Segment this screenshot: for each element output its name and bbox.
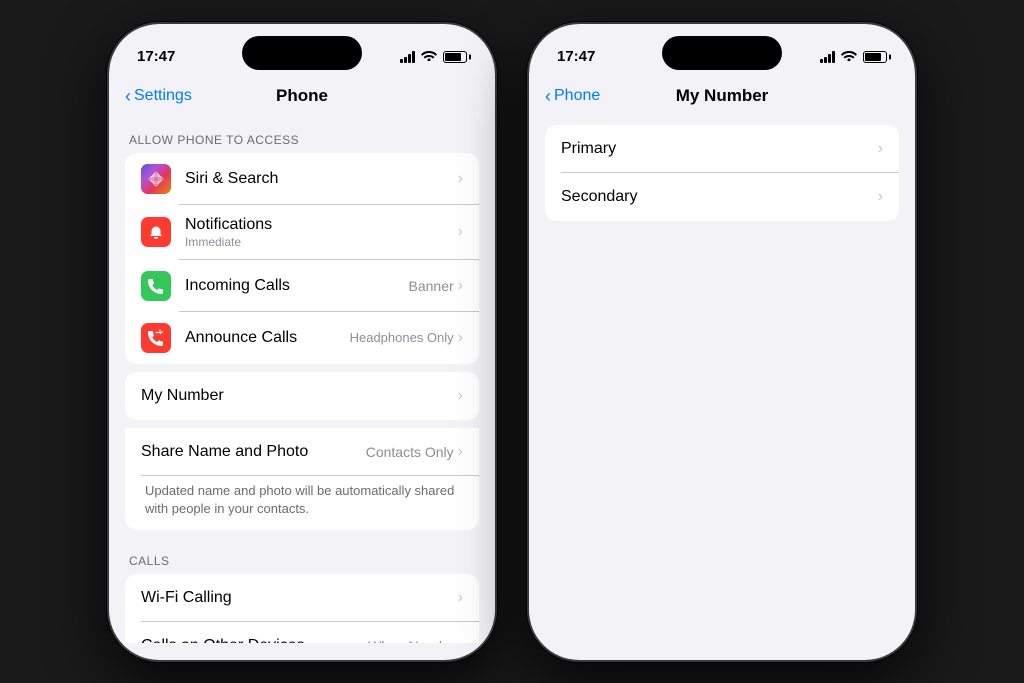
announce-calls-right: Headphones Only › <box>350 329 463 347</box>
battery-icon-left <box>443 51 467 63</box>
status-icons-right <box>820 49 887 64</box>
siri-content: Siri & Search <box>185 170 458 188</box>
nav-bar-left: ‹ Settings Phone <box>109 82 495 117</box>
primary-label: Primary <box>561 140 878 158</box>
secondary-right: › <box>878 188 883 206</box>
share-group: Share Name and Photo Contacts Only › Upd… <box>125 428 479 530</box>
wifi-calling-content: Wi-Fi Calling <box>141 589 458 607</box>
incoming-calls-row[interactable]: Incoming Calls Banner › <box>125 260 479 312</box>
siri-label: Siri & Search <box>185 170 458 188</box>
back-chevron-right: ‹ <box>545 86 551 107</box>
my-number-settings-content: Primary › Secondary › <box>529 117 915 643</box>
nav-title-right: My Number <box>676 86 769 106</box>
back-button-left[interactable]: ‹ Settings <box>125 86 192 107</box>
calls-other-chevron: › <box>458 637 463 643</box>
announce-calls-row[interactable]: Announce Calls Headphones Only › <box>125 312 479 364</box>
wifi-calling-label: Wi-Fi Calling <box>141 589 458 607</box>
notifications-icon <box>141 217 171 247</box>
notifications-subtitle: Immediate <box>185 235 458 249</box>
announce-calls-value: Headphones Only <box>350 330 454 345</box>
wifi-calling-right: › <box>458 589 463 607</box>
notifications-row[interactable]: Notifications Immediate › <box>125 205 479 260</box>
siri-chevron: › <box>458 170 463 188</box>
incoming-calls-icon <box>141 271 171 301</box>
share-description: Updated name and photo will be automatic… <box>125 476 479 530</box>
nav-title-left: Phone <box>276 86 328 106</box>
notifications-right: › <box>458 223 463 241</box>
phone-left: 17:47 <box>107 22 497 662</box>
wifi-calling-row[interactable]: Wi-Fi Calling › <box>125 574 479 622</box>
status-icons-left <box>400 49 467 64</box>
section-allow-label: ALLOW PHONE TO ACCESS <box>109 117 495 153</box>
incoming-calls-value: Banner <box>409 278 454 294</box>
wifi-calling-chevron: › <box>458 589 463 607</box>
wifi-icon-right <box>841 49 857 64</box>
incoming-calls-chevron: › <box>458 277 463 295</box>
battery-icon-right <box>863 51 887 63</box>
calls-other-value: When Nearby <box>368 638 454 643</box>
my-number-content: My Number <box>141 387 458 405</box>
phone-left-screen: 17:47 <box>109 24 495 660</box>
incoming-calls-label: Incoming Calls <box>185 277 409 295</box>
time-left: 17:47 <box>137 48 175 65</box>
back-label-right: Phone <box>554 87 600 105</box>
calls-other-content: Calls on Other Devices <box>141 637 368 643</box>
calls-other-row[interactable]: Calls on Other Devices When Nearby › <box>125 622 479 643</box>
my-number-group: My Number › <box>125 372 479 420</box>
notifications-chevron: › <box>458 223 463 241</box>
secondary-row[interactable]: Secondary › <box>545 173 899 221</box>
notifications-label: Notifications <box>185 216 458 234</box>
notifications-content: Notifications Immediate <box>185 216 458 249</box>
announce-calls-content: Announce Calls <box>185 329 350 347</box>
back-chevron-left: ‹ <box>125 86 131 107</box>
phone-right: 17:47 <box>527 22 917 662</box>
back-button-right[interactable]: ‹ Phone <box>545 86 600 107</box>
my-number-right: › <box>458 387 463 405</box>
back-label-left: Settings <box>134 87 192 105</box>
secondary-content: Secondary <box>561 188 878 206</box>
share-label: Share Name and Photo <box>141 443 366 461</box>
primary-chevron: › <box>878 140 883 158</box>
calls-other-label: Calls on Other Devices <box>141 637 368 643</box>
signal-icon-right <box>820 51 835 63</box>
wifi-icon-left <box>421 49 437 64</box>
primary-row[interactable]: Primary › <box>545 125 899 173</box>
calls-group: Wi-Fi Calling › Calls on Other Devices W… <box>125 574 479 643</box>
incoming-calls-content: Incoming Calls <box>185 277 409 295</box>
secondary-chevron: › <box>878 188 883 206</box>
incoming-calls-right: Banner › <box>409 277 463 295</box>
calls-other-right: When Nearby › <box>368 637 463 643</box>
share-value: Contacts Only <box>366 444 454 460</box>
time-right: 17:47 <box>557 48 595 65</box>
share-row[interactable]: Share Name and Photo Contacts Only › <box>125 428 479 476</box>
phone-right-screen: 17:47 <box>529 24 915 660</box>
phones-container: 17:47 <box>107 22 917 662</box>
primary-right: › <box>878 140 883 158</box>
my-number-row[interactable]: My Number › <box>125 372 479 420</box>
settings-content-left: ALLOW PHONE TO ACCESS Siri & Searc <box>109 117 495 643</box>
signal-icon-left <box>400 51 415 63</box>
share-content: Share Name and Photo <box>141 443 366 461</box>
siri-row[interactable]: Siri & Search › <box>125 153 479 205</box>
siri-icon <box>141 164 171 194</box>
my-number-chevron: › <box>458 387 463 405</box>
my-number-items-group: Primary › Secondary › <box>545 125 899 221</box>
siri-right: › <box>458 170 463 188</box>
share-right: Contacts Only › <box>366 443 463 461</box>
announce-calls-chevron: › <box>458 329 463 347</box>
announce-calls-icon <box>141 323 171 353</box>
dynamic-island-right <box>662 36 782 70</box>
my-number-label: My Number <box>141 387 458 405</box>
dynamic-island-left <box>242 36 362 70</box>
share-chevron: › <box>458 443 463 461</box>
secondary-label: Secondary <box>561 188 878 206</box>
nav-bar-right: ‹ Phone My Number <box>529 82 915 117</box>
section-calls-label: CALLS <box>109 538 495 574</box>
allow-access-group: Siri & Search › <box>125 153 479 364</box>
primary-content: Primary <box>561 140 878 158</box>
announce-calls-label: Announce Calls <box>185 329 350 347</box>
